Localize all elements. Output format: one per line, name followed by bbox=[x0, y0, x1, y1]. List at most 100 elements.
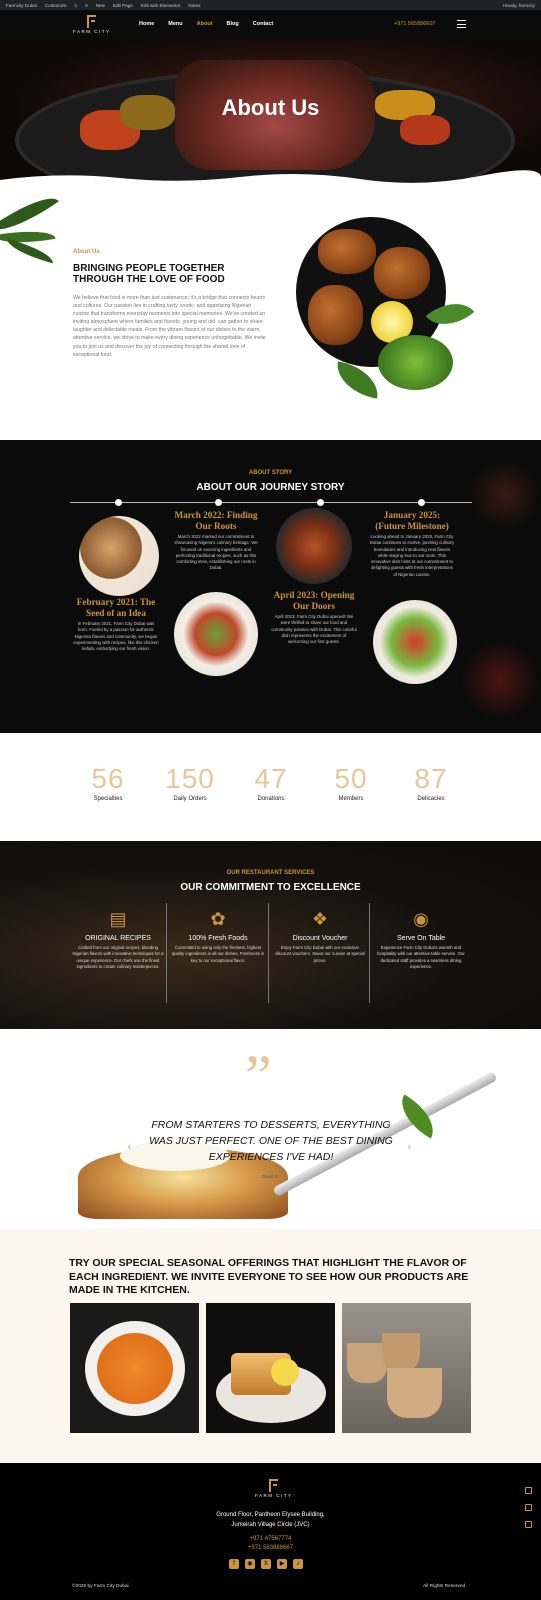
grilled-tofu-photo bbox=[206, 1303, 335, 1433]
services-kicker: OUR RESTAURANT SERVICES bbox=[226, 870, 315, 876]
timeline-line bbox=[70, 502, 472, 503]
admin-item[interactable]: Notes bbox=[188, 3, 200, 8]
hamburger-menu-icon[interactable] bbox=[457, 20, 466, 28]
stat-item: 50 Members bbox=[316, 763, 386, 802]
nav-contact[interactable]: Contact bbox=[253, 21, 273, 27]
nav-about[interactable]: About bbox=[197, 21, 213, 27]
footer-logo[interactable]: FARM CITY bbox=[255, 1479, 293, 1498]
quote-icon: ” bbox=[245, 1043, 272, 1109]
copyright: ©2025 by Farm City Dubai bbox=[72, 1584, 129, 1589]
recipe-book-icon: ▤ bbox=[109, 909, 127, 929]
about-title: BRINGING PEOPLE TOGETHER THROUGH THE LOV… bbox=[73, 263, 225, 285]
event-text: In February 2021, Farm City Dubai was bo… bbox=[73, 621, 159, 652]
logo-text: FARM CITY bbox=[255, 1493, 293, 1498]
social-links: f ◉ X ▶ ♪ bbox=[229, 1559, 303, 1569]
fresh-food-icon: ✿ bbox=[210, 909, 226, 929]
soup-photo bbox=[70, 1303, 199, 1433]
site-footer: FARM CITY Ground Floor, Pantheon Elysee … bbox=[0, 1463, 541, 1600]
admin-item[interactable]: 0 bbox=[85, 3, 88, 8]
footer-address: Ground Floor, Pantheon Elysee Building, … bbox=[0, 1510, 541, 1530]
service-title: Discount Voucher bbox=[292, 935, 348, 942]
logo-text: FARM CITY bbox=[73, 29, 111, 34]
site-header: FARM CITY Home Menu About Blog Contact +… bbox=[0, 10, 541, 40]
event-text: Looking ahead to January 2025, Farm City… bbox=[369, 534, 455, 577]
stat-item: 47 Donations bbox=[236, 763, 306, 802]
service-item: ▤ ORIGINAL RECIPES Crafted from our orig… bbox=[71, 907, 165, 970]
service-text: Enjoy Farm City Dubai with our exclusive… bbox=[275, 945, 365, 963]
header-phone[interactable]: +971 565886607 bbox=[394, 21, 435, 27]
side-contact-icons bbox=[525, 1487, 532, 1528]
about-text: We believe that food is more than just s… bbox=[73, 295, 266, 358]
stat-number: 47 bbox=[254, 763, 288, 794]
stat-label: Daily Orders bbox=[173, 796, 207, 802]
site-logo[interactable]: FARM CITY bbox=[73, 15, 111, 34]
hero-banner: About Us bbox=[0, 40, 541, 185]
admin-item[interactable]: Customize bbox=[45, 3, 67, 8]
service-title: Serve On Table bbox=[396, 935, 446, 942]
x-twitter-icon[interactable]: X bbox=[261, 1559, 271, 1569]
instagram-icon[interactable]: ◉ bbox=[245, 1559, 255, 1569]
timeline-event: April 2023: Opening Our Doors April 2023… bbox=[271, 590, 357, 645]
nav-menu[interactable]: Menu bbox=[168, 21, 182, 27]
testimonial-section: ” FROM STARTERS TO DESSERTS, EVERYTHING … bbox=[0, 1029, 541, 1229]
nav-home[interactable]: Home bbox=[139, 21, 154, 27]
admin-greeting[interactable]: Howdy, farmcity bbox=[503, 3, 535, 8]
timeline-dot[interactable] bbox=[418, 499, 425, 506]
tiktok-icon[interactable]: ♪ bbox=[293, 1559, 303, 1569]
logo-mark-icon bbox=[87, 15, 97, 28]
discount-tag-icon: ❖ bbox=[311, 909, 329, 929]
timeline-event: January 2025: (Future Milestone) Looking… bbox=[369, 510, 455, 578]
timeline-dot[interactable] bbox=[317, 499, 324, 506]
service-text: Committed to using only the freshest, hi… bbox=[171, 945, 265, 963]
stat-label: Specialties bbox=[93, 796, 123, 802]
admin-item[interactable]: Farmcity Dubai bbox=[6, 3, 37, 8]
story-section: ABOUT STORY ABOUT OUR JOURNEY STORY Febr… bbox=[0, 440, 541, 733]
decorative-leaf-image bbox=[332, 361, 383, 399]
seasonal-title: TRY OUR SPECIAL SEASONAL OFFERINGS THAT … bbox=[69, 1257, 469, 1296]
footer-phone[interactable]: +971 47567774 bbox=[0, 1535, 541, 1544]
admin-bar: Farmcity Dubai Customize 1 0 New Edit Pa… bbox=[0, 0, 541, 10]
timeline-dot[interactable] bbox=[215, 499, 222, 506]
stat-item: 87 Delicacies bbox=[396, 763, 466, 802]
event-title: April 2023: Opening Our Doors bbox=[273, 590, 355, 611]
service-title: ORIGINAL RECIPES bbox=[85, 935, 151, 942]
timeline-event: March 2022: Finding Our Roots March 2022… bbox=[173, 510, 259, 572]
seasonal-section: TRY OUR SPECIAL SEASONAL OFFERINGS THAT … bbox=[0, 1229, 541, 1463]
phone-side-icon[interactable] bbox=[525, 1487, 532, 1494]
story-image-chicken-kebab bbox=[79, 516, 159, 596]
main-nav: Home Menu About Blog Contact bbox=[139, 21, 273, 27]
timeline-event: February 2021: The Seed of an Idea In Fe… bbox=[73, 597, 159, 652]
carousel-next-icon[interactable]: › bbox=[408, 1142, 411, 1151]
chicken-piece bbox=[308, 285, 363, 345]
services-title: OUR COMMITMENT TO EXCELLENCE bbox=[180, 882, 361, 893]
nav-blog[interactable]: Blog bbox=[227, 21, 239, 27]
carousel-prev-icon[interactable]: ‹ bbox=[128, 1142, 131, 1151]
stat-number: 87 bbox=[414, 763, 448, 794]
lettuce-image bbox=[378, 335, 453, 390]
footer-phones: +971 47567774 +971 583888667 bbox=[0, 1535, 541, 1553]
admin-item[interactable]: 1 bbox=[75, 3, 78, 8]
whatsapp-side-icon[interactable] bbox=[525, 1504, 532, 1511]
youtube-icon[interactable]: ▶ bbox=[277, 1559, 287, 1569]
event-title: March 2022: Finding Our Roots bbox=[174, 510, 258, 531]
story-kicker: ABOUT STORY bbox=[248, 470, 293, 476]
service-text: Experience Farm City Dubai's warmth and … bbox=[377, 945, 465, 969]
testimonial-author: David R. bbox=[261, 1174, 280, 1179]
chicken-piece bbox=[374, 247, 430, 299]
timeline-dot[interactable] bbox=[115, 499, 122, 506]
facebook-icon[interactable]: f bbox=[229, 1559, 239, 1569]
address-line: Ground Floor, Pantheon Elysee Building, bbox=[216, 1512, 325, 1518]
story-image-skewer-salad bbox=[373, 600, 457, 684]
stat-label: Members bbox=[338, 796, 364, 802]
services-section: OUR RESTAURANT SERVICES OUR COMMITMENT T… bbox=[0, 841, 541, 1029]
admin-item[interactable]: New bbox=[96, 3, 105, 8]
service-text: Crafted from our original recipes, blend… bbox=[72, 945, 164, 969]
testimonial-quote: FROM STARTERS TO DESSERTS, EVERYTHING WA… bbox=[149, 1119, 393, 1163]
decorative-leaf-image bbox=[4, 238, 56, 264]
admin-item[interactable]: Edit with Elementor bbox=[141, 3, 181, 8]
stats-section: 56 Specialties 150 Daily Orders 47 Donat… bbox=[0, 733, 541, 841]
footer-phone[interactable]: +971 583888667 bbox=[0, 1544, 541, 1553]
divider bbox=[166, 903, 167, 1003]
email-side-icon[interactable] bbox=[525, 1521, 532, 1528]
admin-item[interactable]: Edit Page bbox=[113, 3, 133, 8]
